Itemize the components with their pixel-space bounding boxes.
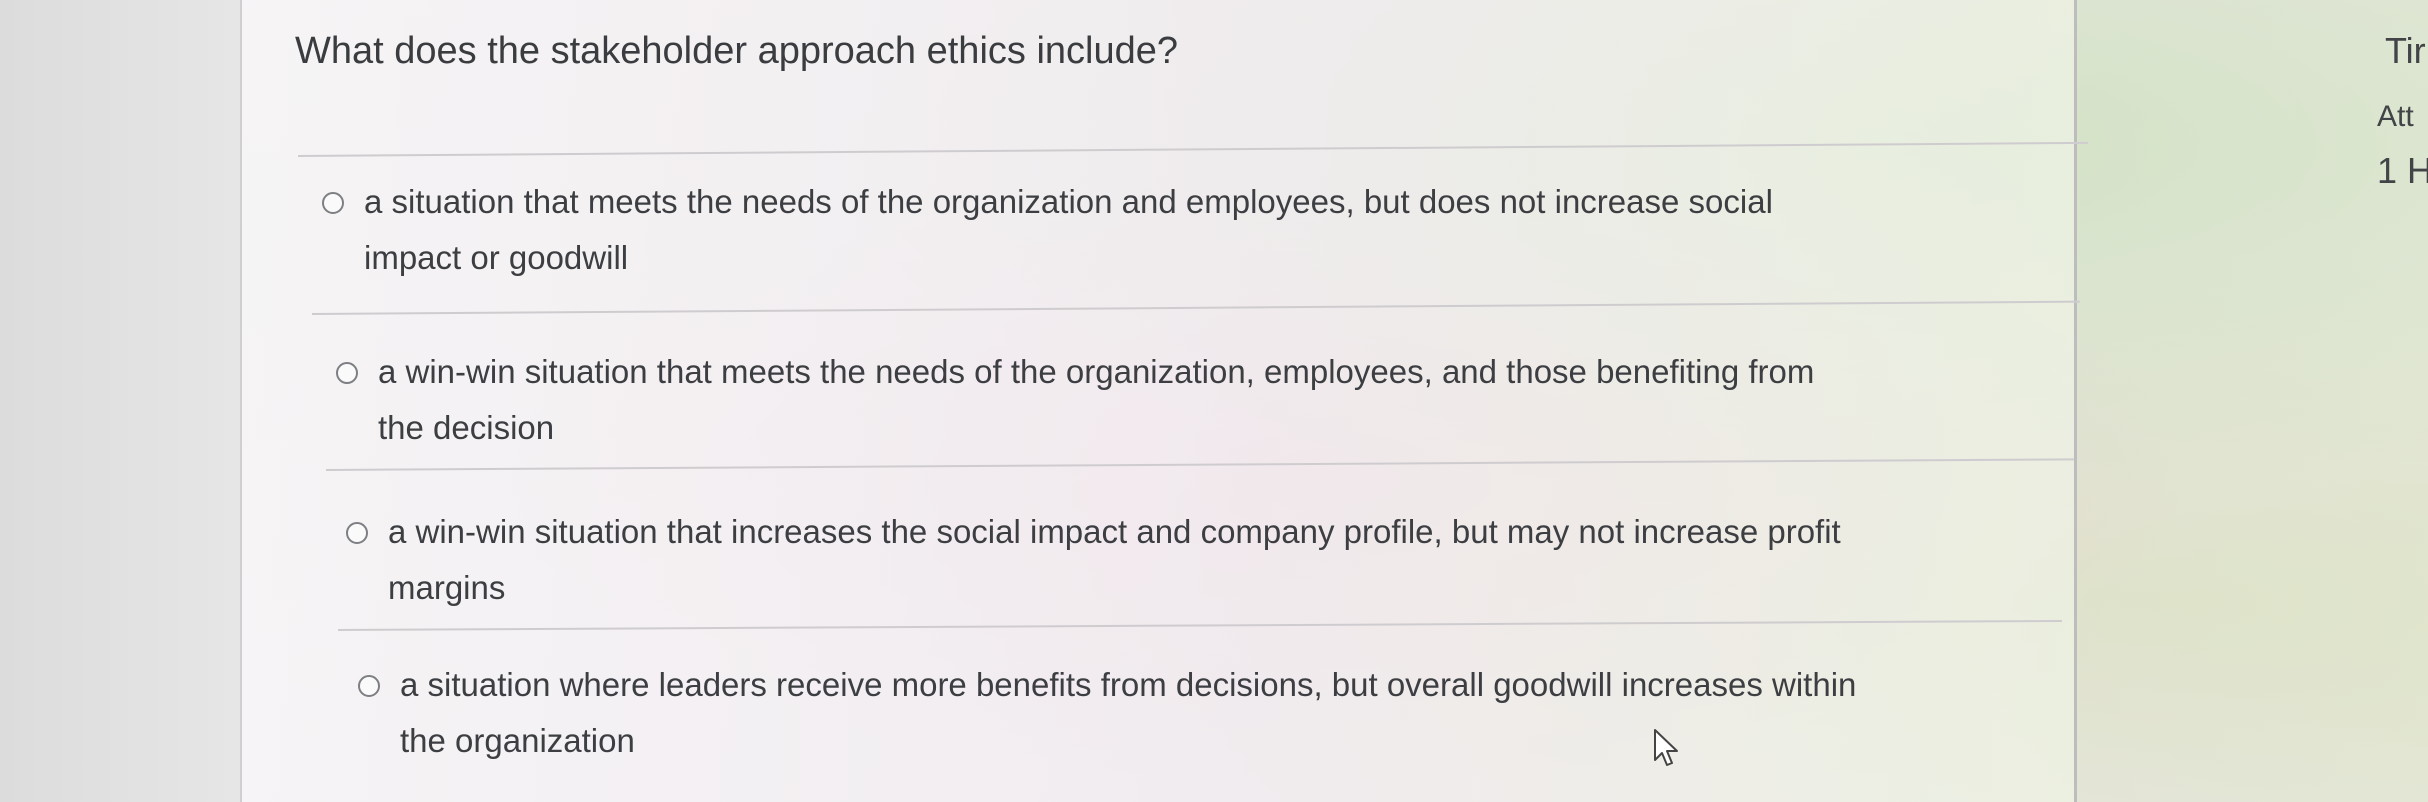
- left-margin: [0, 0, 240, 802]
- option-text-line-1: a win-win situation that meets the needs…: [378, 353, 1815, 390]
- radio-button[interactable]: [358, 675, 380, 697]
- attempt-label: Att: [2377, 100, 2414, 133]
- side-panel: Tir Att 1 H: [2075, 0, 2428, 802]
- question-text: What does the stakeholder approach ethic…: [295, 30, 1178, 72]
- option-text-line-2: the organization: [400, 722, 635, 759]
- option-text-line-1: a situation where leaders receive more b…: [400, 666, 1857, 703]
- radio-button[interactable]: [346, 522, 368, 544]
- option-text-line-2: the decision: [378, 409, 555, 446]
- answer-option-1[interactable]: a situation that meets the needs of the …: [322, 182, 2082, 292]
- attempt-value: 1 H: [2377, 150, 2428, 191]
- radio-button[interactable]: [336, 362, 358, 384]
- option-text: a situation that meets the needs of the …: [364, 174, 1773, 286]
- answer-option-2[interactable]: a win-win situation that meets the needs…: [336, 352, 2096, 462]
- answer-option-3[interactable]: a win-win situation that increases the s…: [346, 512, 2106, 622]
- option-text-line-2: impact or goodwill: [364, 239, 629, 276]
- radio-button[interactable]: [322, 192, 344, 214]
- divider: [311, 300, 2080, 315]
- answer-option-4[interactable]: a situation where leaders receive more b…: [358, 665, 2118, 775]
- option-text-line-1: a situation that meets the needs of the …: [364, 183, 1773, 220]
- option-text: a win-win situation that increases the s…: [388, 504, 1841, 616]
- option-text: a situation where leaders receive more b…: [400, 657, 1856, 769]
- option-text-line-1: a win-win situation that increases the s…: [388, 513, 1841, 550]
- option-text: a win-win situation that meets the needs…: [378, 344, 1814, 456]
- option-text-line-2: margins: [388, 569, 506, 606]
- timer-label: Tir: [2385, 30, 2426, 71]
- question-panel: What does the stakeholder approach ethic…: [240, 0, 2088, 802]
- divider: [297, 141, 2088, 157]
- mouse-pointer-icon: [1654, 729, 1678, 766]
